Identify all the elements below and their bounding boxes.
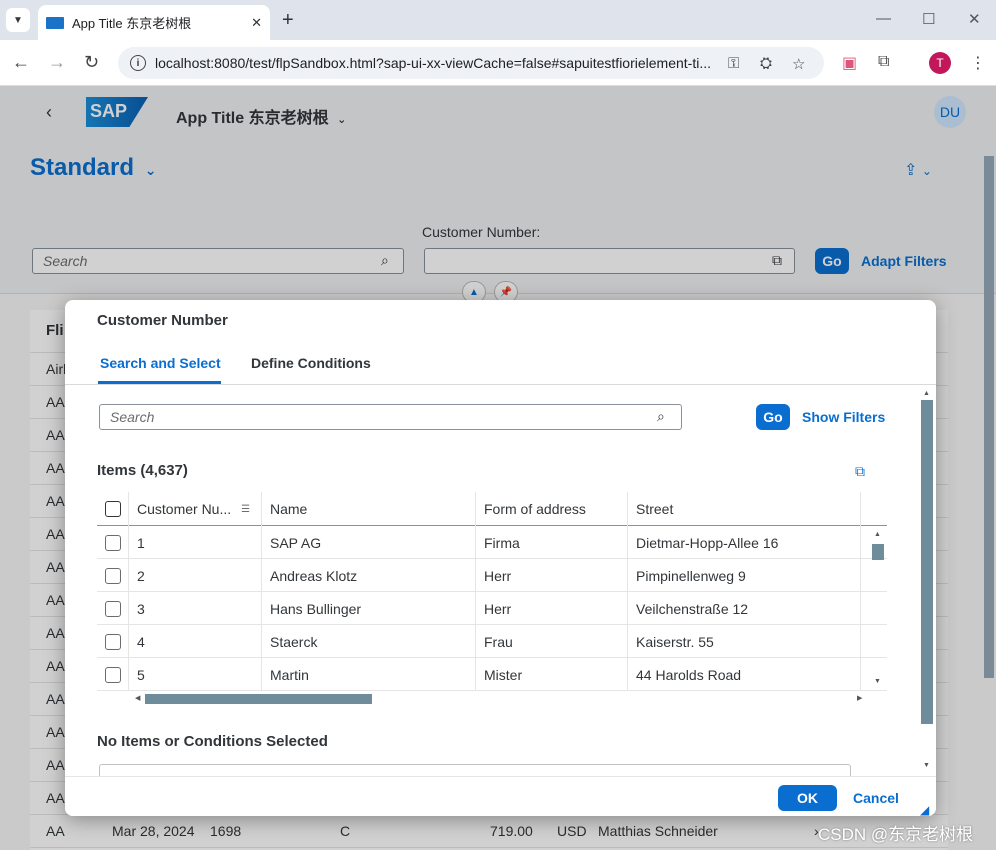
cell-form-of-address: Firma: [476, 526, 628, 559]
minimize-icon[interactable]: —: [876, 10, 891, 27]
sort-icon: ☰: [241, 503, 251, 515]
cell-customer-number: 3: [129, 592, 262, 625]
table-row[interactable]: 2 Andreas Klotz Herr Pimpinellenweg 9: [97, 559, 887, 592]
column-label: Street: [636, 501, 674, 517]
address-bar[interactable]: i localhost:8080/test/flpSandbox.html?sa…: [118, 47, 824, 79]
copy-icon[interactable]: ⧉: [855, 463, 865, 480]
close-tab-icon[interactable]: ✕: [251, 15, 262, 31]
cell-name: Martin: [262, 658, 476, 691]
value-help-dialog: Customer Number Search and Select Define…: [65, 300, 936, 816]
row-checkbox[interactable]: [105, 534, 121, 551]
scrollbar-thumb[interactable]: [872, 544, 884, 560]
new-tab-icon[interactable]: +: [282, 9, 294, 32]
tab-search-and-select[interactable]: Search and Select: [100, 355, 221, 371]
dialog-tab-bar: Search and Select Define Conditions: [65, 348, 936, 385]
cell-form-of-address: Mister: [476, 658, 628, 691]
column-label: Form of address: [484, 501, 586, 517]
items-title: Items (4,637): [97, 462, 188, 479]
key-icon[interactable]: ⚿: [728, 55, 739, 72]
dialog-search-input[interactable]: Search: [99, 404, 682, 430]
browser-tab[interactable]: App Title 东京老树根 ✕: [38, 5, 270, 40]
cell-name: Staerck: [262, 625, 476, 658]
tab-search-button[interactable]: ▼: [6, 8, 30, 32]
cell-street: Pimpinellenweg 9: [628, 559, 861, 592]
dialog-scrollbar[interactable]: [921, 400, 933, 724]
resize-handle-icon[interactable]: ◢: [920, 803, 929, 816]
column-label: Customer Nu...: [137, 501, 232, 517]
column-header-name[interactable]: Name: [262, 492, 476, 526]
scroll-right-icon[interactable]: ▶: [857, 694, 862, 702]
cell-customer-number: 2: [129, 559, 262, 592]
browser-tab-bar: ▼ App Title 东京老树根 ✕ + — ☐ ✕: [0, 0, 996, 40]
active-tab-indicator: [98, 381, 221, 384]
column-header-street[interactable]: Street: [628, 492, 861, 526]
dialog-title: Customer Number: [97, 312, 228, 329]
table-horizontal-scrollbar[interactable]: [145, 694, 372, 704]
dialog-go-button[interactable]: Go: [756, 404, 790, 430]
cell-street: 44 Harolds Road: [628, 658, 861, 691]
extensions-puzzle-icon[interactable]: ⧉: [878, 53, 889, 71]
column-header-customer-number[interactable]: Customer Nu... ☰: [129, 492, 262, 526]
site-info-icon[interactable]: i: [130, 55, 146, 71]
cell-form-of-address: Herr: [476, 592, 628, 625]
select-all-cell: [97, 492, 129, 526]
cell-name: Andreas Klotz: [262, 559, 476, 592]
row-checkbox[interactable]: [105, 567, 121, 584]
cell-customer-number: 4: [129, 625, 262, 658]
show-filters-button[interactable]: Show Filters: [802, 409, 885, 425]
cell-customer-number: 1: [129, 526, 262, 559]
window-close-icon[interactable]: ✕: [968, 10, 981, 28]
table-row[interactable]: 3 Hans Bullinger Herr Veilchenstraße 12: [97, 592, 887, 625]
table-row[interactable]: 4 Staerck Frau Kaiserstr. 55: [97, 625, 887, 658]
sap-favicon-icon: [46, 16, 64, 29]
cell-name: Hans Bullinger: [262, 592, 476, 625]
table-row[interactable]: 1 SAP AG Firma Dietmar-Hopp-Allee 16: [97, 526, 887, 559]
dialog-footer: OK Cancel ◢: [65, 776, 936, 816]
maximize-icon[interactable]: ☐: [922, 10, 935, 28]
tab-title: App Title 东京老树根: [72, 16, 192, 31]
cell-street: Dietmar-Hopp-Allee 16: [628, 526, 861, 559]
column-label: Name: [270, 501, 308, 517]
row-checkbox[interactable]: [105, 666, 121, 683]
cell-form-of-address: Herr: [476, 559, 628, 592]
search-icon[interactable]: ⌕: [657, 408, 665, 425]
cancel-button[interactable]: Cancel: [853, 790, 899, 806]
profile-avatar[interactable]: T: [929, 52, 951, 74]
cell-street: Veilchenstraße 12: [628, 592, 861, 625]
translate-icon[interactable]: ⛭: [760, 55, 772, 72]
row-checkbox[interactable]: [105, 600, 121, 617]
chevron-down-icon: ▼: [13, 14, 23, 26]
customer-table: Customer Nu... ☰ Name Form of address Str…: [97, 492, 887, 706]
bookmark-star-icon[interactable]: ☆: [792, 55, 805, 73]
dialog-scroll-down-icon[interactable]: ▼: [923, 762, 930, 769]
dialog-scroll-up-icon[interactable]: ▲: [923, 390, 930, 397]
back-arrow-icon[interactable]: ←: [12, 52, 30, 73]
tab-define-conditions[interactable]: Define Conditions: [251, 355, 371, 371]
cell-form-of-address: Frau: [476, 625, 628, 658]
scroll-left-icon[interactable]: ◀: [135, 694, 140, 702]
ok-button[interactable]: OK: [778, 785, 837, 811]
page-scrollbar[interactable]: [984, 156, 994, 678]
table-vertical-scrollbar[interactable]: [871, 526, 884, 694]
forward-arrow-icon[interactable]: →: [48, 52, 66, 73]
url-text: localhost:8080/test/flpSandbox.html?sap-…: [155, 55, 712, 71]
table-row[interactable]: 5 Martin Mister 44 Harolds Road: [97, 658, 887, 691]
scroll-down-icon[interactable]: ▼: [874, 678, 881, 685]
table-header: Customer Nu... ☰ Name Form of address Str…: [97, 492, 887, 526]
cell-customer-number: 5: [129, 658, 262, 691]
select-all-checkbox[interactable]: [105, 501, 121, 517]
row-checkbox[interactable]: [105, 633, 121, 650]
cell-street: Kaiserstr. 55: [628, 625, 861, 658]
column-header-form-of-address[interactable]: Form of address: [476, 492, 628, 526]
cell-name: SAP AG: [262, 526, 476, 559]
selected-items-title: No Items or Conditions Selected: [97, 733, 328, 750]
scroll-up-icon[interactable]: ▲: [874, 531, 881, 538]
extension-tv-icon[interactable]: ▣: [842, 53, 857, 73]
reload-icon[interactable]: ↻: [84, 52, 99, 73]
watermark-text: CSDN @东京老树根: [818, 825, 974, 844]
browser-menu-icon[interactable]: ⋮: [970, 53, 986, 73]
